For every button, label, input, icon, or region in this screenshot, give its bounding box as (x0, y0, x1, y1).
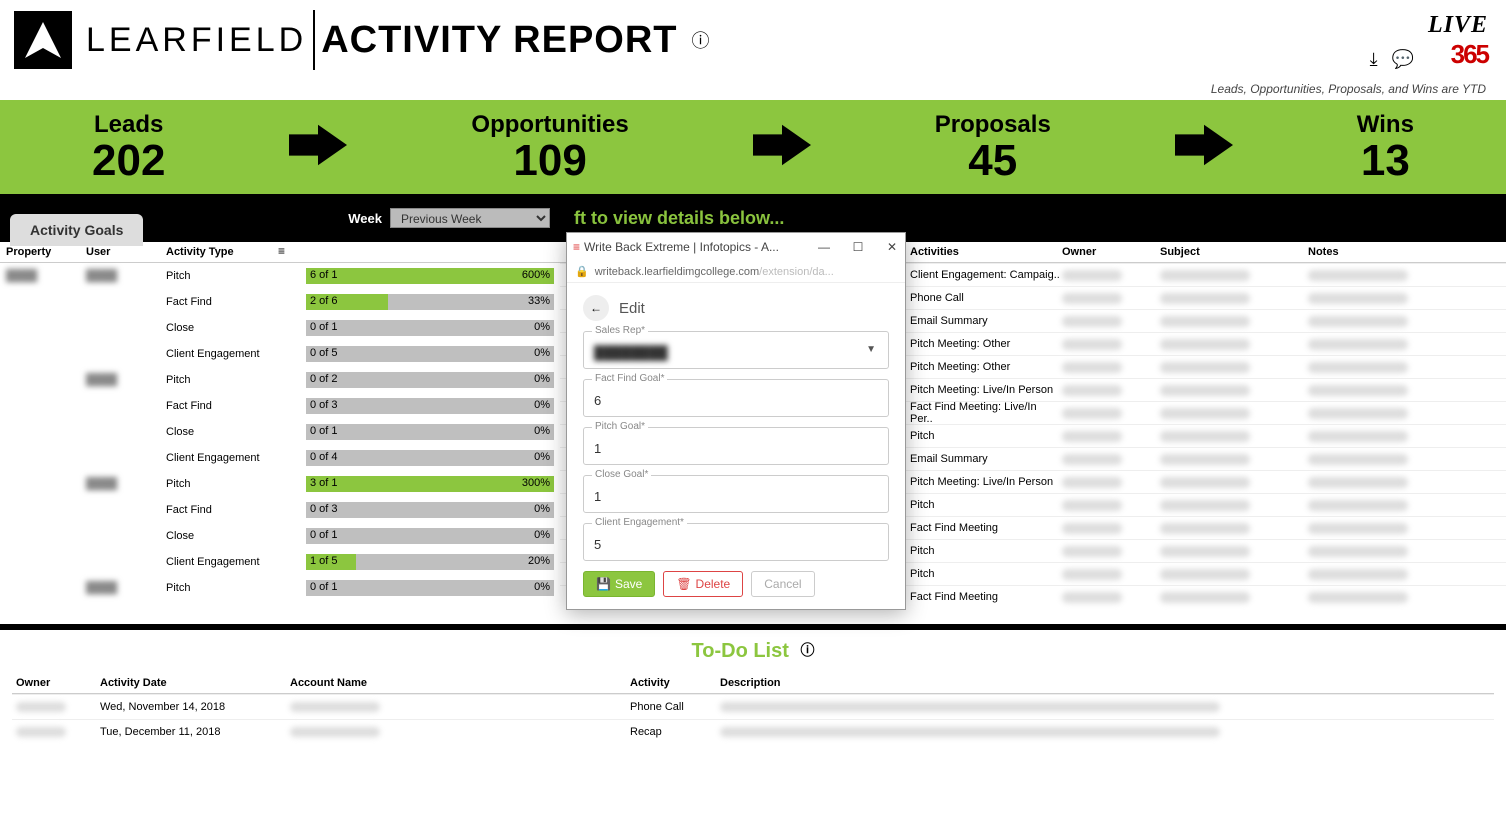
wins-metric: Wins 13 (1357, 111, 1414, 183)
divider (313, 10, 315, 70)
arrow-icon (289, 124, 347, 171)
goal-row[interactable]: ████Pitch3 of 1300% (0, 471, 560, 497)
goal-row[interactable]: Fact Find0 of 30% (0, 393, 560, 419)
edit-heading: Edit (619, 300, 645, 317)
close-goal-field[interactable]: Close Goal* 1 (583, 475, 889, 513)
todo-title: To-Do List ⓘ (0, 630, 1506, 673)
col-activity[interactable]: Activity (630, 677, 720, 689)
col-subject[interactable]: Subject (1160, 246, 1308, 258)
goal-row[interactable]: Close0 of 10% (0, 419, 560, 445)
maximize-button[interactable]: ☐ (851, 240, 865, 254)
col-property[interactable]: Property (6, 246, 86, 258)
info-icon[interactable]: ⓘ (800, 642, 814, 658)
writeback-modal: ≡ Write Back Extreme | Infotopics - A...… (566, 232, 906, 610)
lock-icon: 🔒 (575, 265, 589, 278)
save-button[interactable]: 💾 Save (583, 571, 655, 597)
download-icon[interactable]: ⤓ (1370, 49, 1378, 70)
activity-goals-panel: Activity Goals Week Previous Week Proper… (0, 194, 560, 624)
learfield-logo (14, 11, 72, 69)
live365-logo: LIVE 365 (1428, 12, 1488, 70)
report-title: ACTIVITY REPORT (321, 19, 677, 62)
col-notes[interactable]: Notes (1308, 246, 1500, 258)
proposals-metric: Proposals 45 (935, 111, 1051, 183)
ytd-note: Leads, Opportunities, Proposals, and Win… (0, 80, 1506, 100)
company-name: LEARFIELD (86, 21, 307, 60)
app-icon: ≡ (573, 240, 580, 254)
pipeline-bar: Leads 202 Opportunities 109 Proposals 45… (0, 100, 1506, 194)
fact-find-goal-field[interactable]: Fact Find Goal* 6 (583, 379, 889, 417)
col-owner[interactable]: Owner (1062, 246, 1160, 258)
col-activities[interactable]: Activities (910, 246, 1062, 258)
header: LEARFIELD ACTIVITY REPORT ⓘ ⤓ 💬 LIVE 365 (0, 0, 1506, 80)
sort-icon[interactable]: ≡ (278, 244, 285, 258)
week-label: Week (348, 211, 382, 226)
address-bar: 🔒 writeback.learfieldimgcollege.com/exte… (567, 261, 905, 283)
goal-row[interactable]: Client Engagement0 of 40% (0, 445, 560, 471)
col-activity-date[interactable]: Activity Date (100, 677, 290, 689)
minimize-button[interactable]: — (817, 240, 831, 254)
goal-row[interactable]: Fact Find2 of 633% (0, 289, 560, 315)
sales-rep-field[interactable]: Sales Rep* ████████ (583, 331, 889, 369)
arrow-icon (753, 124, 811, 171)
pitch-goal-field[interactable]: Pitch Goal* 1 (583, 427, 889, 465)
goal-row[interactable]: Close0 of 10% (0, 523, 560, 549)
info-icon[interactable]: ⓘ (692, 27, 710, 53)
opportunities-metric: Opportunities 109 (471, 111, 628, 183)
cancel-button[interactable]: Cancel (751, 571, 814, 597)
week-select[interactable]: Previous Week (390, 208, 550, 228)
leads-metric: Leads 202 (92, 111, 165, 183)
todo-row[interactable]: Tue, December 11, 2018Recap (12, 719, 1494, 744)
delete-button[interactable]: 🗑 Delete (663, 571, 743, 597)
modal-title: Write Back Extreme | Infotopics - A... (584, 240, 779, 254)
col-owner[interactable]: Owner (16, 677, 100, 689)
todo-row[interactable]: Wed, November 14, 2018Phone Call (12, 694, 1494, 719)
col-user[interactable]: User (86, 246, 166, 258)
activities-title: ft to view details below... (574, 208, 784, 229)
client-engagement-field[interactable]: Client Engagement* 5 (583, 523, 889, 561)
goal-row[interactable]: Fact Find0 of 30% (0, 497, 560, 523)
col-description[interactable]: Description (720, 677, 1490, 689)
goal-row[interactable]: Close0 of 10% (0, 315, 560, 341)
arrow-icon (1175, 124, 1233, 171)
col-account-name[interactable]: Account Name (290, 677, 630, 689)
back-button[interactable]: ← (583, 295, 609, 321)
close-button[interactable]: ✕ (885, 240, 899, 254)
comment-icon[interactable]: 💬 (1392, 49, 1414, 70)
goal-row[interactable]: ████████Pitch6 of 1600% (0, 263, 560, 289)
goal-row[interactable]: ████Pitch0 of 10% (0, 575, 560, 601)
goal-row[interactable]: Client Engagement1 of 520% (0, 549, 560, 575)
goal-row[interactable]: Client Engagement0 of 50% (0, 341, 560, 367)
goal-row[interactable]: ████Pitch0 of 20% (0, 367, 560, 393)
